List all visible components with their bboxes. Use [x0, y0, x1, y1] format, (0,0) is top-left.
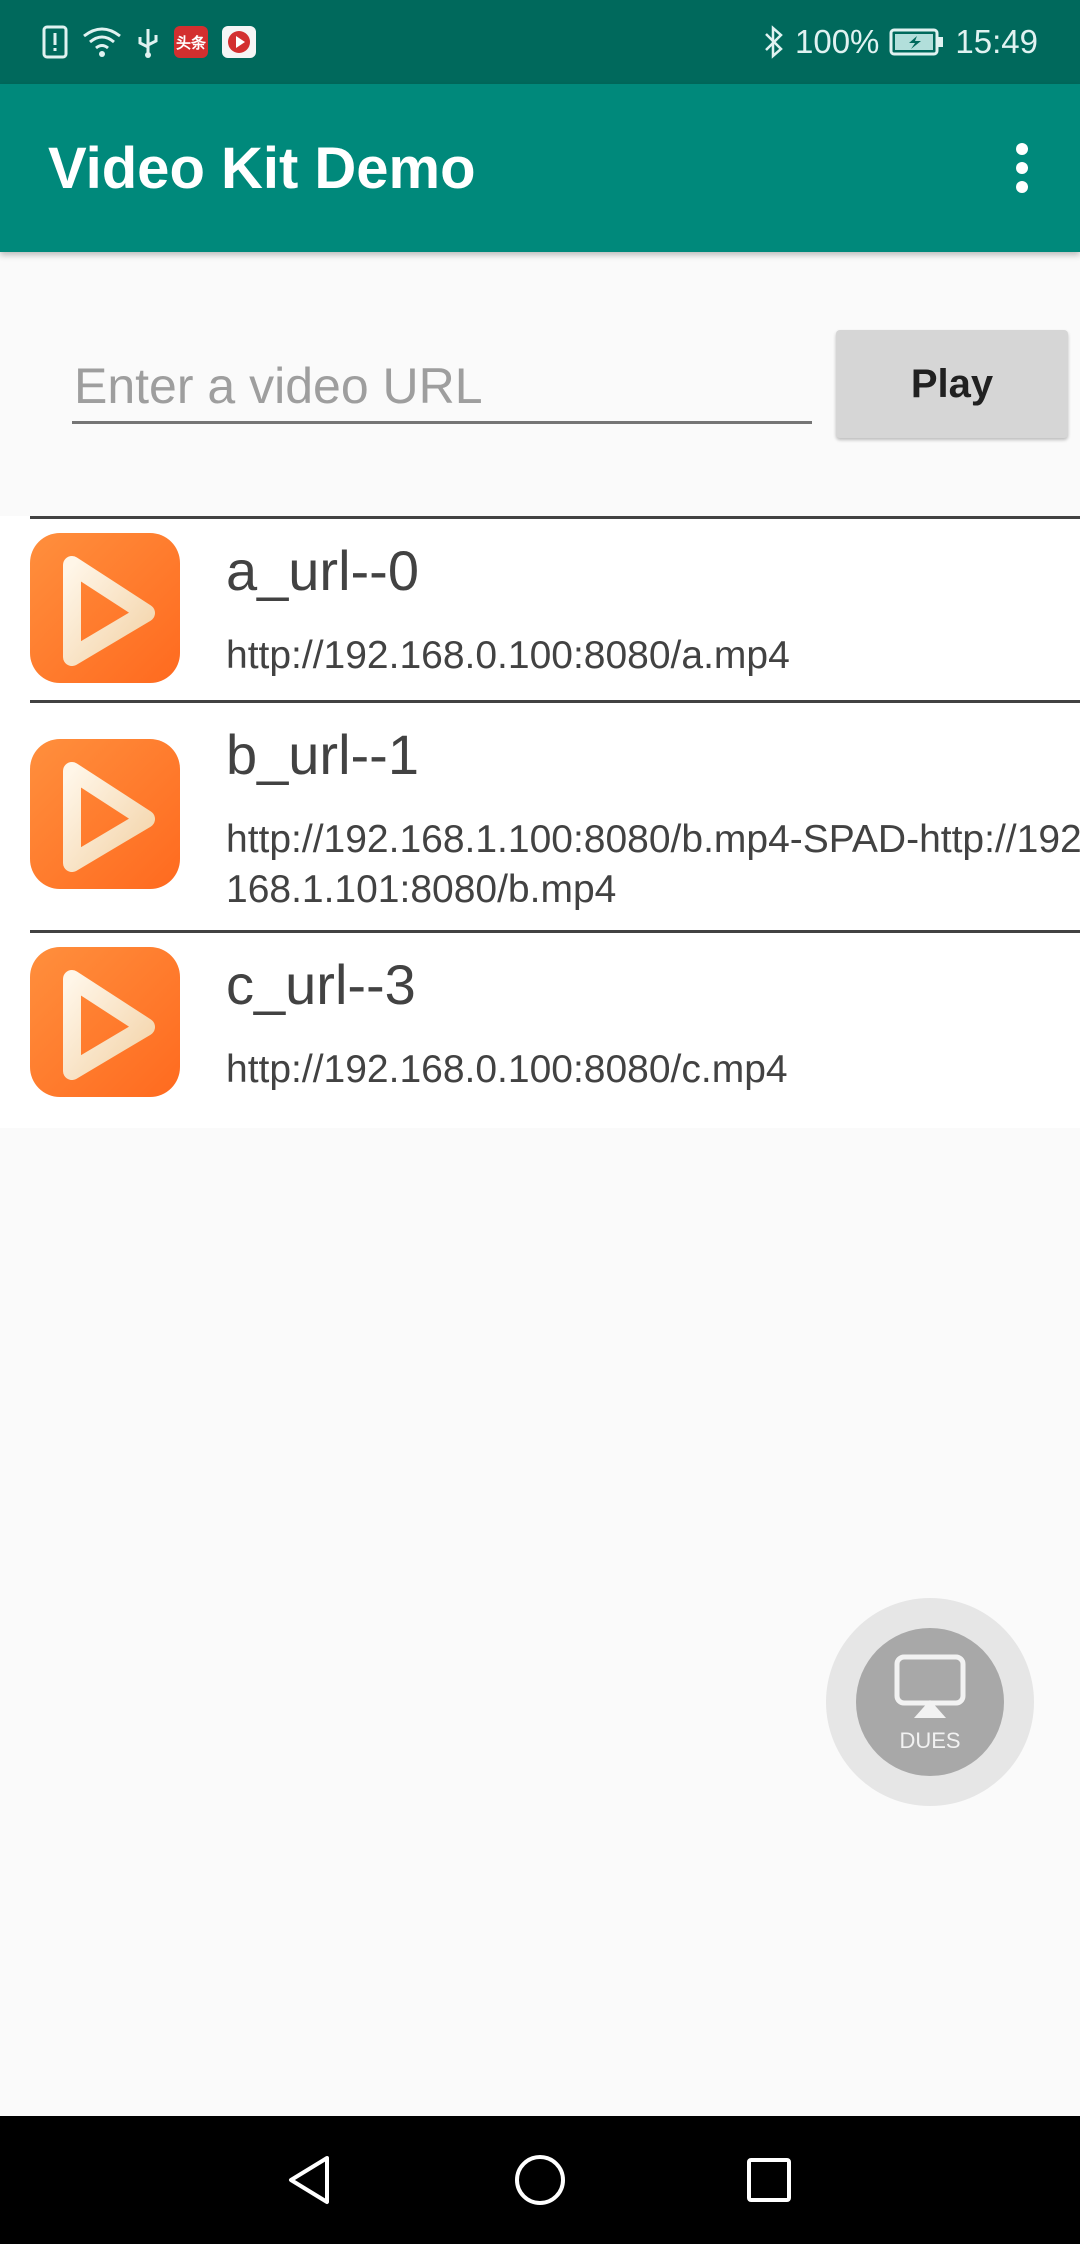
dues-button-core: DUES [856, 1628, 1004, 1776]
video-url: http://192.168.1.100:8080/b.mp4-SPAD-htt… [226, 818, 1080, 911]
battery-charging-icon [889, 27, 945, 57]
wifi-icon [82, 26, 122, 58]
list-item[interactable]: a_url--0 http://192.168.0.100:8080/a.mp4 [30, 516, 1080, 700]
video-play-icon [30, 947, 180, 1097]
video-title: c_url--3 [226, 953, 416, 1016]
list-item[interactable]: b_url--1 http://192.168.1.100:8080/b.mp4… [30, 700, 1080, 930]
app-title: Video Kit Demo [48, 136, 476, 201]
dues-label: DUES [899, 1728, 961, 1753]
video-title: a_url--0 [226, 539, 419, 602]
video-url: http://192.168.0.100:8080/a.mp4 [226, 634, 790, 677]
battery-percent: 100% [795, 23, 880, 60]
cast-screen-icon [894, 1654, 966, 1725]
video-url-input[interactable] [72, 350, 812, 424]
dues-floating-button[interactable]: DUES [826, 1598, 1034, 1806]
app-bar: Video Kit Demo [0, 84, 1080, 252]
play-button[interactable]: Play [836, 330, 1068, 438]
sim-alert-icon [42, 25, 68, 59]
bluetooth-icon [763, 25, 785, 59]
video-url: http://192.168.0.100:8080/c.mp4 [226, 1048, 788, 1091]
video-list: a_url--0 http://192.168.0.100:8080/a.mp4… [0, 516, 1080, 1128]
list-item[interactable]: c_url--3 http://192.168.0.100:8080/c.mp4 [30, 930, 1080, 1114]
back-icon[interactable] [273, 2144, 345, 2216]
usb-icon [136, 25, 160, 59]
video-title: b_url--1 [226, 723, 419, 786]
status-icons-right: 100% 15:49 [763, 20, 1038, 64]
video-app-notification-icon [222, 26, 256, 58]
video-play-icon [30, 739, 180, 889]
video-play-icon [30, 533, 180, 683]
more-vert-icon[interactable] [990, 136, 1054, 200]
status-bar: 头条 100% 15:49 [0, 0, 1080, 84]
list-bottom-padding [0, 1114, 1080, 1128]
clock: 15:49 [955, 23, 1038, 60]
navigation-bar [0, 2116, 1080, 2244]
recents-icon[interactable] [733, 2144, 805, 2216]
status-icons-left: 头条 [42, 20, 256, 64]
news-app-notification-icon: 头条 [174, 26, 208, 58]
home-icon[interactable] [504, 2144, 576, 2216]
